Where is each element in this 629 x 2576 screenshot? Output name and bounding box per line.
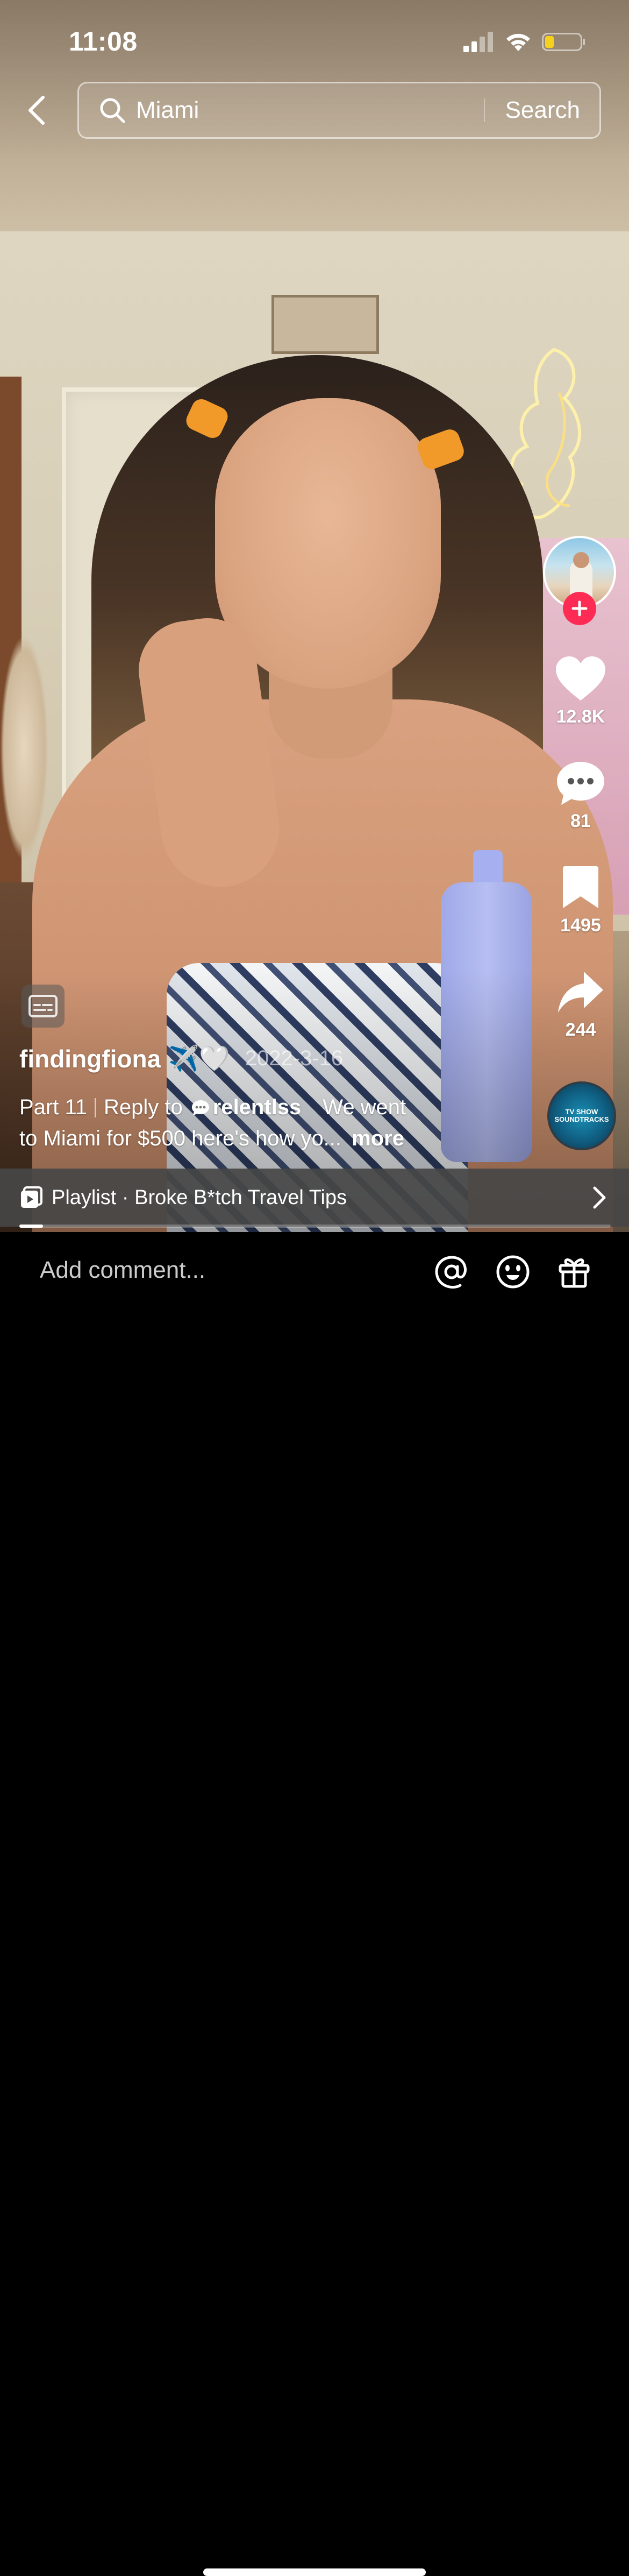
like-button[interactable]: 12.8K: [543, 656, 618, 727]
caption-line: to Miami for $500 here's how yo... more: [19, 1127, 404, 1151]
wifi-icon: [506, 33, 530, 51]
share-button[interactable]: 244: [543, 969, 618, 1041]
caption-part: Part 11: [19, 1095, 87, 1119]
chevron-left-icon: [28, 96, 45, 125]
comment-bar: Add comment...: [0, 1232, 629, 2576]
save-button[interactable]: 1495: [543, 865, 618, 936]
comment-mini-icon: [191, 1100, 209, 1115]
sound-disc-label: TV SHOW SOUNDTRACKS: [554, 1108, 609, 1123]
playlist-label: Playlist · Broke B*tch Travel Tips: [52, 1186, 347, 1209]
gift-icon[interactable]: [557, 1255, 591, 1289]
comment-count: 81: [570, 811, 591, 831]
mention-at-icon[interactable]: [434, 1255, 469, 1289]
video-progress-bar[interactable]: [19, 1225, 611, 1228]
search-bar[interactable]: Miami Search: [77, 82, 601, 139]
emoji-icon[interactable]: [496, 1255, 530, 1289]
username-link[interactable]: findingfiona: [19, 1044, 161, 1073]
save-count: 1495: [560, 915, 601, 936]
closed-captions-icon: [28, 995, 58, 1017]
caption-text: to Miami for $500 here's how yo...: [19, 1127, 342, 1150]
signal-icon: [463, 32, 493, 52]
reply-mention-link[interactable]: relentlss: [191, 1095, 302, 1120]
video-wall-picture: [271, 295, 379, 354]
comment-button[interactable]: 81: [543, 761, 618, 832]
playlist-icon: [21, 1186, 42, 1208]
home-indicator: [203, 2568, 426, 2576]
video-pampas-grass: [0, 635, 48, 861]
caption-line: Part 11 Reply to relentlss We went: [19, 1095, 406, 1120]
sound-disc[interactable]: TV SHOW SOUNDTRACKS: [547, 1081, 616, 1150]
playlist-bar[interactable]: Playlist · Broke B*tch Travel Tips: [0, 1169, 629, 1227]
comment-bubble-icon: [557, 762, 604, 805]
like-count: 12.8K: [556, 706, 605, 727]
battery-low-icon: [542, 33, 585, 51]
captions-button[interactable]: [22, 985, 65, 1028]
chevron-right-icon: [593, 1186, 606, 1209]
caption-separator: [95, 1098, 96, 1117]
search-button[interactable]: Search: [485, 97, 599, 124]
post-date: 2022-3-16: [245, 1046, 344, 1070]
plus-icon: [571, 600, 588, 617]
status-icons: [463, 31, 586, 53]
author-row: findingfiona ✈️🤍 2022-3-16: [19, 1044, 343, 1073]
search-icon: [100, 98, 125, 123]
comment-input[interactable]: Add comment...: [40, 1257, 205, 1284]
caption-more-link[interactable]: more: [352, 1127, 404, 1150]
avatar-head: [573, 552, 589, 568]
reply-mention-username: relentlss: [212, 1095, 302, 1119]
status-time: 11:08: [69, 26, 138, 56]
bookmark-icon: [563, 866, 598, 908]
heart-icon: [556, 656, 605, 700]
share-count: 244: [565, 1020, 596, 1040]
username-emoji: ✈️🤍: [168, 1044, 230, 1072]
share-arrow-icon: [558, 972, 603, 1013]
search-input[interactable]: Miami: [136, 97, 484, 124]
back-button[interactable]: [20, 91, 53, 129]
follow-button[interactable]: [563, 592, 596, 625]
video-progress-fill: [19, 1225, 43, 1228]
caption-text: We went: [323, 1095, 406, 1119]
reply-to-label: Reply to: [104, 1095, 183, 1119]
